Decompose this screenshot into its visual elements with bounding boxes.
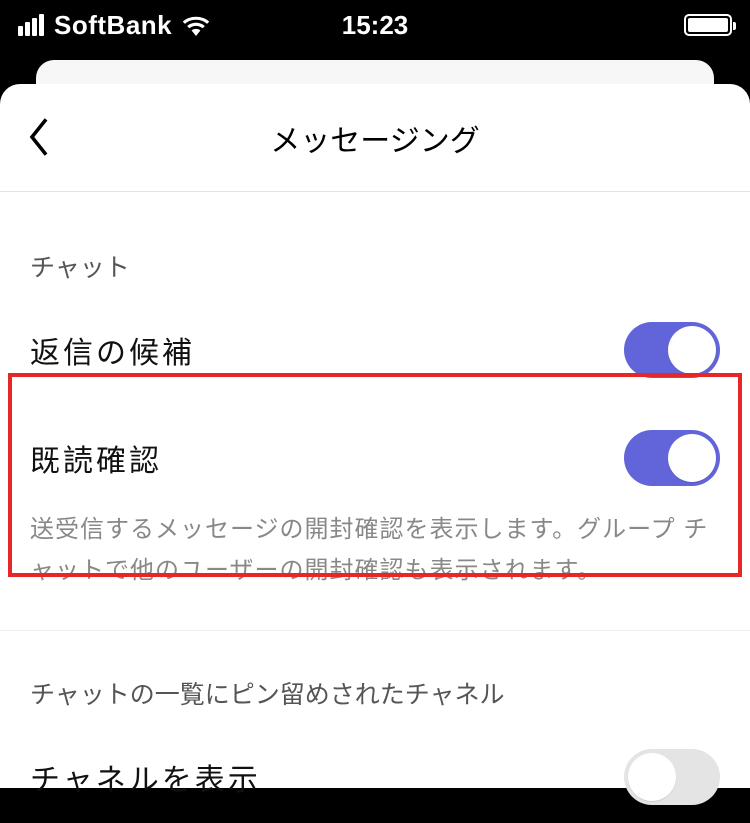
page-title: メッセージング (0, 116, 750, 160)
settings-sheet: メッセージング チャット 返信の候補 既読確認 送受信するメッセージの開封確認を… (0, 84, 750, 788)
reply-suggestions-label: 返信の候補 (30, 328, 195, 372)
read-receipts-row[interactable]: 既読確認 (0, 396, 750, 504)
battery-icon (684, 14, 732, 36)
reply-suggestions-row[interactable]: 返信の候補 (0, 304, 750, 396)
show-channels-row[interactable]: チャネルを表示 (0, 731, 750, 823)
show-channels-label: チャネルを表示 (30, 755, 261, 799)
show-channels-toggle[interactable] (624, 749, 720, 805)
back-button[interactable] (14, 112, 64, 162)
carrier-text: SoftBank (54, 10, 172, 41)
status-bar: SoftBank 15:23 (0, 0, 750, 50)
wifi-icon (182, 14, 210, 36)
section-header-pinned: チャットの一覧にピン留めされたチャネル (0, 631, 750, 731)
section-header-chat: チャット (0, 192, 750, 304)
reply-suggestions-toggle[interactable] (624, 322, 720, 378)
read-receipts-label: 既読確認 (30, 436, 162, 480)
read-receipts-toggle[interactable] (624, 430, 720, 486)
read-receipts-description: 送受信するメッセージの開封確認を表示します。グループ チャットで他のユーザーの開… (0, 504, 750, 616)
nav-header: メッセージング (0, 84, 750, 192)
clock-time: 15:23 (342, 10, 409, 41)
chevron-left-icon (25, 117, 53, 157)
cellular-signal-icon (18, 14, 44, 36)
